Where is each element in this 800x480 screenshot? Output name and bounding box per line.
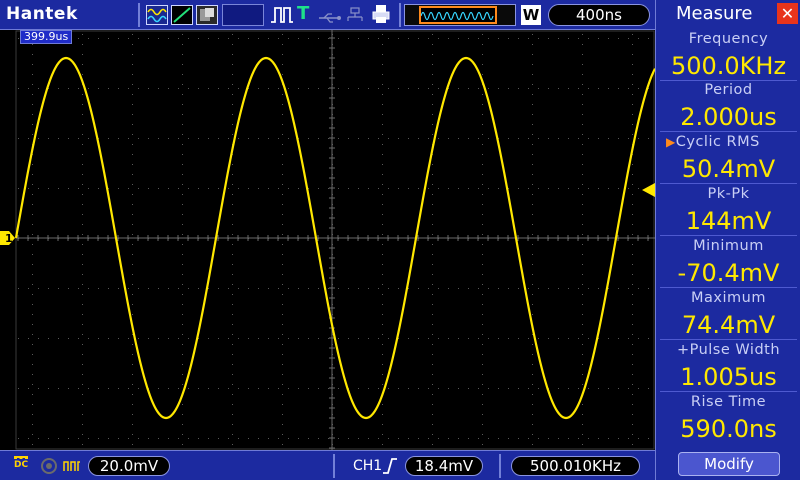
measure-label-minimum[interactable]: Minimum [656, 235, 800, 257]
measure-panel-header: Measure ✕ [656, 0, 800, 28]
timebase-readout[interactable]: 400ns [548, 4, 650, 26]
measure-value-pulse-width: 1.005us [680, 363, 777, 391]
graticule-grid [15, 30, 655, 450]
coupling-indicator[interactable]: DC [14, 456, 28, 470]
measure-value-rise-time: 590.0ns [680, 415, 777, 443]
usb-icon [318, 9, 342, 23]
ch1-ground-marker[interactable]: 1 [0, 231, 16, 245]
top-status-bar: Hantek T W 400ns [0, 0, 655, 30]
measure-label-frequency[interactable]: Frequency [656, 28, 800, 50]
bandwidth-limit-icon[interactable] [63, 457, 81, 475]
waveform-canvas [14, 30, 655, 450]
toolbar-separator [399, 3, 401, 27]
measure-label-rise-time[interactable]: Rise Time [656, 391, 800, 413]
measure-value-pk-pk: 144mV [685, 207, 772, 235]
brand-logo: Hantek [6, 4, 78, 24]
rising-edge-icon[interactable] [382, 458, 398, 474]
printer-icon[interactable] [371, 4, 391, 24]
measure-value-minimum: -70.4mV [677, 259, 780, 287]
selected-arrow-icon: ▶ [666, 135, 676, 149]
zoom-window-button[interactable]: W [521, 5, 541, 25]
volts-div-readout[interactable]: 20.0mV [88, 456, 170, 476]
waveform-display-icon[interactable] [146, 5, 168, 25]
measure-value-frequency: 500.0KHz [670, 52, 787, 80]
close-button[interactable]: ✕ [777, 3, 798, 24]
modify-button[interactable]: Modify [678, 452, 780, 476]
measure-label-period[interactable]: Period [656, 79, 800, 101]
measure-label-cyclic-rms[interactable]: ▶Cyclic RMS [656, 131, 800, 153]
persistence-icon[interactable] [196, 5, 218, 25]
frequency-counter-readout: 500.010KHz [511, 456, 640, 476]
measure-label-pk-pk[interactable]: Pk-Pk [656, 183, 800, 205]
measure-panel: Measure ✕ Frequency 500.0KHz Period 2.00… [655, 0, 800, 480]
status-slot-empty [222, 4, 264, 26]
measure-value-cyclic-rms: 50.4mV [681, 155, 776, 183]
overview-window[interactable] [419, 6, 497, 24]
toolbar-separator [138, 3, 140, 27]
measure-value-maximum: 74.4mV [681, 311, 776, 339]
memory-overview-bar[interactable] [404, 4, 516, 26]
bottom-separator [499, 454, 501, 478]
measure-value-period: 2.000us [680, 103, 777, 131]
pulse-trigger-icon[interactable] [270, 5, 294, 25]
waveform-display[interactable]: 399.9us 1 [0, 30, 655, 450]
trigger-level-readout[interactable]: 18.4mV [405, 456, 483, 476]
bottom-separator [333, 454, 335, 478]
bottom-status-bar: DC 20.0mV CH1 18.4mV 500.010KHz [0, 450, 655, 480]
svg-text:1: 1 [5, 232, 13, 245]
xy-mode-icon[interactable] [171, 5, 193, 25]
trigger-level-marker[interactable] [640, 183, 655, 197]
measure-label-pulse-width[interactable]: +Pulse Width [656, 339, 800, 361]
trigger-mode-indicator: T [297, 3, 310, 24]
time-cursor-readout: 399.9us [20, 30, 73, 44]
probe-icon[interactable] [40, 457, 58, 475]
measure-label-maximum[interactable]: Maximum [656, 287, 800, 309]
trigger-source-label: CH1 [353, 458, 383, 474]
measure-panel-title: Measure [676, 3, 753, 24]
network-icon [345, 5, 365, 25]
